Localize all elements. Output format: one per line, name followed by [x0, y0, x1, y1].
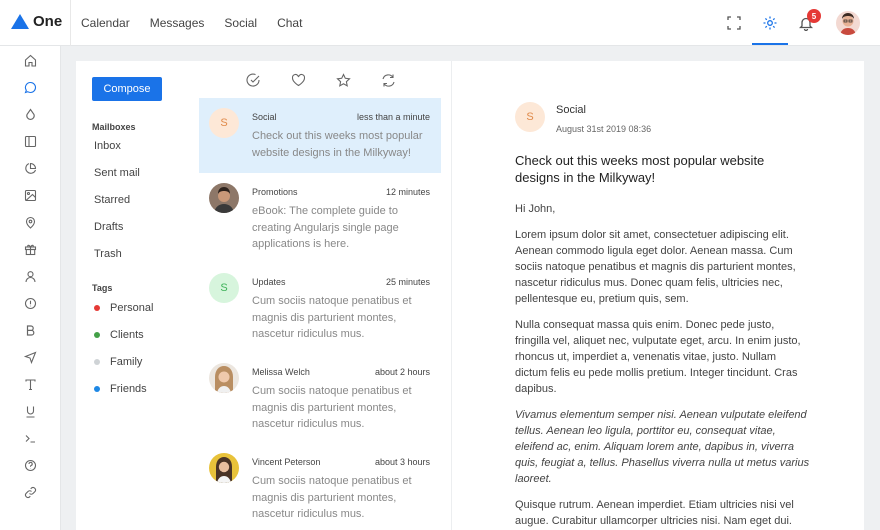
- message-time: 12 minutes: [385, 187, 430, 197]
- message-reader: S Social August 31st 2019 08:36 Check ou…: [451, 61, 864, 530]
- check-circle-icon[interactable]: [244, 71, 262, 89]
- tag-label: Clients: [110, 329, 144, 341]
- reader-paragraph: Nulla consequat massa quis enim. Donec p…: [515, 319, 801, 395]
- sender-avatar: S: [209, 273, 239, 303]
- chat-icon[interactable]: [22, 79, 38, 95]
- bold-icon[interactable]: [22, 322, 38, 338]
- refresh-icon[interactable]: [379, 71, 397, 89]
- tags-title: Tags: [92, 283, 113, 293]
- message-sender: Melissa Welch: [252, 367, 310, 377]
- message-time: about 2 hours: [374, 367, 430, 377]
- sender-avatar-photo: [209, 183, 239, 213]
- reader-paragraph-italic: Vivamus elementum semper nisi. Aenean vu…: [515, 409, 810, 485]
- active-tab-indicator: [752, 43, 788, 45]
- message-snippet: Cum sociis natoque penatibus et magnis d…: [252, 295, 412, 340]
- app-logo[interactable]: One: [11, 13, 62, 30]
- tag-dot: [94, 359, 100, 365]
- mailbox-inbox[interactable]: Inbox: [94, 140, 121, 152]
- user-avatar[interactable]: [836, 11, 860, 35]
- tag-family[interactable]: Family: [94, 356, 142, 368]
- message-sender: Promotions: [252, 187, 298, 197]
- message-snippet: Cum sociis natoque penatibus et magnis d…: [252, 385, 412, 430]
- droplet-icon[interactable]: [22, 106, 38, 122]
- tag-label: Friends: [110, 383, 147, 395]
- mailbox-starred[interactable]: Starred: [94, 194, 130, 206]
- list-actions: [244, 71, 397, 89]
- reader-greeting: Hi John,: [515, 203, 556, 215]
- mailbox-trash[interactable]: Trash: [94, 248, 122, 260]
- sender-avatar: S: [209, 108, 239, 138]
- gift-icon[interactable]: [22, 241, 38, 257]
- left-sidebar: [0, 46, 61, 530]
- top-bar: One Calendar Messages Social Chat 5: [0, 0, 880, 46]
- send-icon[interactable]: [22, 349, 38, 365]
- type-icon[interactable]: [22, 376, 38, 392]
- message-time: about 3 hours: [374, 457, 430, 467]
- fullscreen-icon[interactable]: [725, 14, 743, 32]
- message-snippet: eBook: The complete guide to creating An…: [252, 205, 399, 250]
- layout-icon[interactable]: [22, 133, 38, 149]
- message-item-selected[interactable]: S Social less than a minute Check out th…: [199, 98, 441, 173]
- settings-gear-icon[interactable]: [761, 14, 779, 32]
- reader-sender: Social: [556, 104, 586, 116]
- message-sender: Updates: [252, 277, 286, 287]
- terminal-icon[interactable]: [22, 430, 38, 446]
- compose-button[interactable]: Compose: [92, 77, 162, 101]
- underline-icon[interactable]: [22, 403, 38, 419]
- app-name: One: [33, 13, 63, 30]
- sender-avatar-photo: [209, 363, 239, 393]
- reader-sender-avatar: S: [515, 102, 545, 132]
- mailbox-sent[interactable]: Sent mail: [94, 167, 140, 179]
- message-item[interactable]: S Updates 25 minutes Cum sociis natoque …: [199, 263, 441, 353]
- tag-friends[interactable]: Friends: [94, 383, 147, 395]
- tag-dot: [94, 332, 100, 338]
- nav-social[interactable]: Social: [214, 16, 267, 30]
- user-icon[interactable]: [22, 268, 38, 284]
- message-time: 25 minutes: [385, 277, 430, 287]
- reader-paragraph: Lorem ipsum dolor sit amet, consectetuer…: [515, 229, 796, 305]
- tag-clients[interactable]: Clients: [94, 329, 144, 341]
- message-snippet: Check out this weeks most popular websit…: [252, 130, 423, 159]
- reader-paragraph: Quisque rutrum. Aenean imperdiet. Etiam …: [515, 499, 794, 527]
- message-snippet: Cum sociis natoque penatibus et magnis d…: [252, 475, 412, 520]
- message-item[interactable]: Melissa Welch about 2 hours Cum sociis n…: [199, 353, 441, 443]
- tag-dot: [94, 386, 100, 392]
- help-icon[interactable]: [22, 457, 38, 473]
- message-item[interactable]: Promotions 12 minutes eBook: The complet…: [199, 173, 441, 263]
- sender-avatar-photo: [209, 453, 239, 483]
- mailboxes-title: Mailboxes: [92, 122, 136, 132]
- mail-card: Compose Mailboxes Inbox Sent mail Starre…: [76, 61, 864, 530]
- mailbox-drafts[interactable]: Drafts: [94, 221, 123, 233]
- nav-chat[interactable]: Chat: [267, 16, 312, 30]
- message-sender: Social: [252, 112, 277, 122]
- reader-date: August 31st 2019 08:36: [556, 124, 652, 134]
- alert-icon[interactable]: [22, 295, 38, 311]
- reader-subject: Check out this weeks most popular websit…: [515, 153, 765, 185]
- home-icon[interactable]: [22, 52, 38, 68]
- nav-messages[interactable]: Messages: [140, 16, 215, 30]
- tag-label: Family: [110, 356, 143, 368]
- top-nav: Calendar Messages Social Chat: [70, 0, 312, 46]
- notification-badge: 5: [807, 9, 821, 23]
- link-icon[interactable]: [22, 484, 38, 500]
- image-icon[interactable]: [22, 187, 38, 203]
- nav-calendar[interactable]: Calendar: [71, 16, 140, 30]
- tag-dot: [94, 305, 100, 311]
- reader-body: Hi John, Lorem ipsum dolor sit amet, con…: [515, 201, 810, 530]
- message-sender: Vincent Peterson: [252, 457, 321, 467]
- map-pin-icon[interactable]: [22, 214, 38, 230]
- tag-personal[interactable]: Personal: [94, 302, 153, 314]
- message-item[interactable]: Vincent Peterson about 3 hours Cum socii…: [199, 443, 441, 530]
- heart-icon[interactable]: [289, 71, 307, 89]
- logo-triangle-icon: [11, 14, 29, 29]
- pie-chart-icon[interactable]: [22, 160, 38, 176]
- tag-label: Personal: [110, 302, 154, 314]
- message-time: less than a minute: [356, 112, 430, 122]
- star-icon[interactable]: [334, 71, 352, 89]
